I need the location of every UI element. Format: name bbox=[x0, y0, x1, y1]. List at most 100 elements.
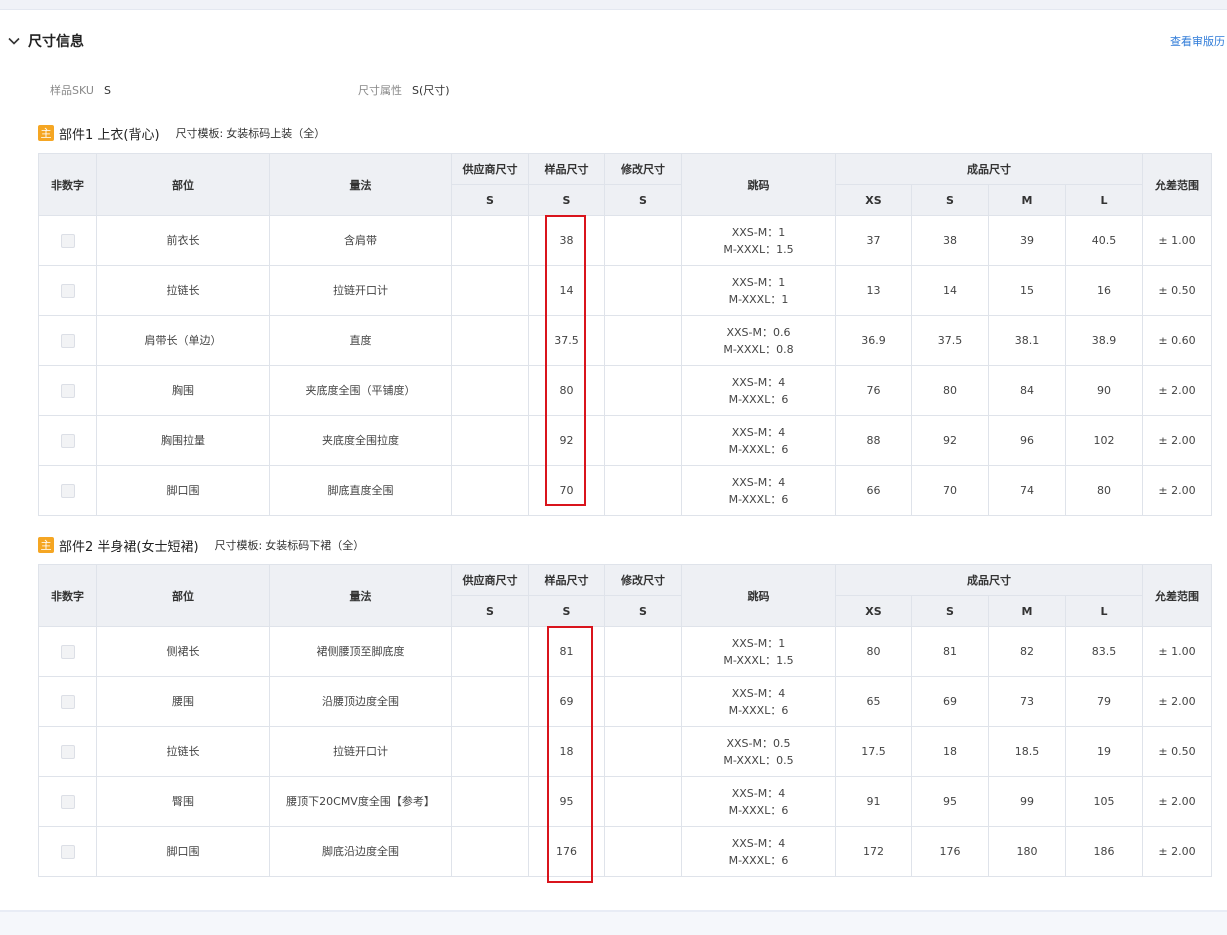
finished-size-l: 102 bbox=[1065, 415, 1143, 466]
supplier-size-cell[interactable] bbox=[451, 726, 529, 777]
jump-cell: XXS-M：0.6 M-XXXL：0.8 bbox=[681, 315, 836, 366]
non-numeric-checkbox[interactable] bbox=[60, 795, 75, 809]
review-history-link[interactable]: 查看审版历 bbox=[1170, 33, 1225, 49]
tolerance-cell: ± 2.00 bbox=[1142, 415, 1212, 466]
th-finished: 成品尺寸 bbox=[835, 564, 1143, 596]
th-jump: 跳码 bbox=[681, 564, 836, 627]
part-cell: 拉链长 bbox=[96, 726, 270, 777]
part1-name: 部件1 上衣(背心) bbox=[59, 127, 160, 143]
non-numeric-cell bbox=[38, 465, 97, 516]
modify-size-cell[interactable] bbox=[604, 626, 682, 677]
non-numeric-checkbox[interactable] bbox=[60, 234, 75, 248]
modify-size-cell[interactable] bbox=[604, 265, 682, 316]
th-part: 部位 bbox=[96, 564, 270, 627]
th-modify: 修改尺寸 bbox=[604, 153, 682, 185]
part2-size-table: 非数字 部位 量法 供应商尺寸 样品尺寸 修改尺寸 跳码 成品尺寸 允差范围 S… bbox=[38, 564, 1212, 877]
jump-cell: XXS-M：0.5 M-XXXL：0.5 bbox=[681, 726, 836, 777]
non-numeric-cell bbox=[38, 776, 97, 827]
jump-cell: XXS-M：1 M-XXXL：1 bbox=[681, 265, 836, 316]
table-row: 胸围拉量 夹底度全围拉度 92 XXS-M：4 M-XXXL：6 88 92 96 102 ± 2… bbox=[38, 415, 1212, 466]
supplier-size-cell[interactable] bbox=[451, 626, 529, 677]
finished-size-m: 74 bbox=[988, 465, 1066, 516]
part1-size-table: 非数字 部位 量法 供应商尺寸 样品尺寸 修改尺寸 跳码 成品尺寸 允差范围 S… bbox=[38, 153, 1212, 516]
supplier-size-cell[interactable] bbox=[451, 415, 529, 466]
finished-size-m: 15 bbox=[988, 265, 1066, 316]
supplier-size-cell[interactable] bbox=[451, 215, 529, 266]
method-cell: 夹底度全围拉度 bbox=[269, 415, 452, 466]
supplier-size-cell[interactable] bbox=[451, 365, 529, 416]
chevron-down-icon[interactable] bbox=[6, 33, 22, 49]
jump-line: M-XXXL：6 bbox=[728, 803, 789, 817]
finished-size-l: 38.9 bbox=[1065, 315, 1143, 366]
th-sample: 样品尺寸 bbox=[528, 564, 605, 596]
th-size-m: M bbox=[988, 184, 1066, 216]
tolerance-cell: ± 2.00 bbox=[1142, 676, 1212, 727]
size-attr-value: S(尺寸) bbox=[412, 84, 450, 97]
non-numeric-checkbox[interactable] bbox=[60, 695, 75, 709]
finished-size-m: 84 bbox=[988, 365, 1066, 416]
primary-badge: 主 bbox=[38, 125, 54, 141]
non-numeric-checkbox[interactable] bbox=[60, 384, 75, 398]
primary-badge: 主 bbox=[38, 537, 54, 553]
jump-line: XXS-M：1 bbox=[731, 636, 786, 650]
finished-size-l: 186 bbox=[1065, 826, 1143, 877]
modify-size-cell[interactable] bbox=[604, 726, 682, 777]
finished-size-l: 90 bbox=[1065, 365, 1143, 416]
method-cell: 沿腰顶边度全围 bbox=[269, 676, 452, 727]
table-row: 侧裙长 裙侧腰顶至脚底度 81 XXS-M：1 M-XXXL：1.5 80 81 82 83.5… bbox=[38, 626, 1212, 677]
non-numeric-checkbox[interactable] bbox=[60, 845, 75, 859]
part-cell: 拉链长 bbox=[96, 265, 270, 316]
non-numeric-checkbox[interactable] bbox=[60, 484, 75, 498]
jump-cell: XXS-M：4 M-XXXL：6 bbox=[681, 776, 836, 827]
modify-size-cell[interactable] bbox=[604, 826, 682, 877]
sample-size-cell: 92 bbox=[528, 415, 605, 466]
section-title: 尺寸信息 bbox=[28, 34, 84, 50]
non-numeric-checkbox[interactable] bbox=[60, 334, 75, 348]
non-numeric-checkbox[interactable] bbox=[60, 745, 75, 759]
tolerance-cell: ± 2.00 bbox=[1142, 826, 1212, 877]
finished-size-s: 70 bbox=[911, 465, 989, 516]
size-attr-field: 尺寸属性 S(尺寸) bbox=[358, 82, 450, 98]
non-numeric-cell bbox=[38, 726, 97, 777]
modify-size-cell[interactable] bbox=[604, 315, 682, 366]
non-numeric-cell bbox=[38, 415, 97, 466]
jump-line: M-XXXL：6 bbox=[728, 392, 789, 406]
finished-size-m: 82 bbox=[988, 626, 1066, 677]
th-size-xs: XS bbox=[835, 184, 912, 216]
finished-size-l: 80 bbox=[1065, 465, 1143, 516]
tolerance-cell: ± 0.60 bbox=[1142, 315, 1212, 366]
modify-size-cell[interactable] bbox=[604, 676, 682, 727]
supplier-size-cell[interactable] bbox=[451, 776, 529, 827]
finished-size-s: 176 bbox=[911, 826, 989, 877]
jump-line: M-XXXL：1.5 bbox=[723, 242, 794, 256]
supplier-size-cell[interactable] bbox=[451, 826, 529, 877]
part-cell: 腰围 bbox=[96, 676, 270, 727]
finished-size-s: 37.5 bbox=[911, 315, 989, 366]
jump-line: XXS-M：4 bbox=[731, 425, 786, 439]
modify-size-cell[interactable] bbox=[604, 365, 682, 416]
sku-label: 样品SKU bbox=[50, 84, 94, 97]
tolerance-cell: ± 2.00 bbox=[1142, 776, 1212, 827]
jump-cell: XXS-M：4 M-XXXL：6 bbox=[681, 826, 836, 877]
table-row: 脚口围 脚底直度全围 70 XXS-M：4 M-XXXL：6 66 70 74 80 ± 2.00 bbox=[38, 465, 1212, 516]
th-supplier-s: S bbox=[451, 595, 529, 627]
sample-size-cell: 95 bbox=[528, 776, 605, 827]
non-numeric-checkbox[interactable] bbox=[60, 434, 75, 448]
modify-size-cell[interactable] bbox=[604, 776, 682, 827]
modify-size-cell[interactable] bbox=[604, 465, 682, 516]
modify-size-cell[interactable] bbox=[604, 415, 682, 466]
non-numeric-checkbox[interactable] bbox=[60, 645, 75, 659]
section-header[interactable]: 尺寸信息 bbox=[6, 30, 84, 52]
modify-size-cell[interactable] bbox=[604, 215, 682, 266]
supplier-size-cell[interactable] bbox=[451, 265, 529, 316]
jump-cell: XXS-M：4 M-XXXL：6 bbox=[681, 365, 836, 416]
th-size-l: L bbox=[1065, 595, 1143, 627]
finished-size-xs: 88 bbox=[835, 415, 912, 466]
jump-cell: XXS-M：1 M-XXXL：1.5 bbox=[681, 215, 836, 266]
finished-size-l: 40.5 bbox=[1065, 215, 1143, 266]
non-numeric-checkbox[interactable] bbox=[60, 284, 75, 298]
sample-size-cell: 14 bbox=[528, 265, 605, 316]
supplier-size-cell[interactable] bbox=[451, 315, 529, 366]
supplier-size-cell[interactable] bbox=[451, 465, 529, 516]
supplier-size-cell[interactable] bbox=[451, 676, 529, 727]
